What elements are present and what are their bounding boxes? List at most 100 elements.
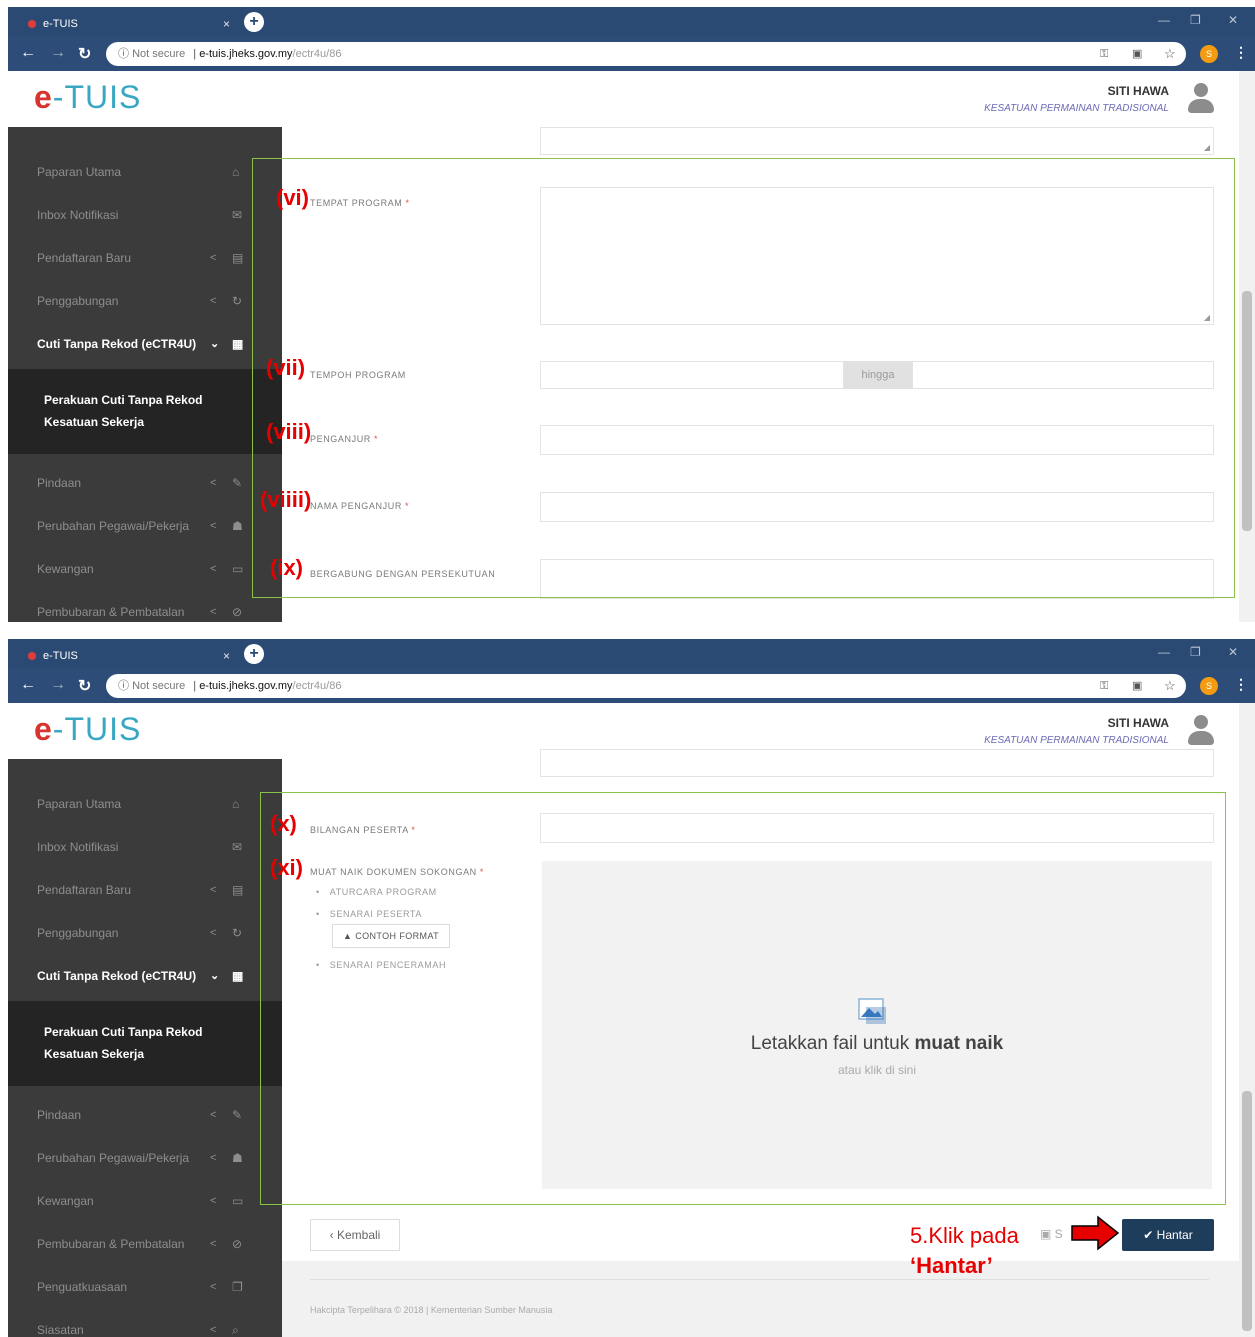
close-window-icon[interactable]: ✕ [1228,13,1238,27]
copy-icon: ❐ [232,1280,243,1294]
reload-icon[interactable]: ↻ [78,676,91,696]
cancel-icon: ⊘ [232,605,243,619]
sidebar-item-kewangan[interactable]: Kewangan < ▭ [8,548,282,591]
chevron-left-icon: < [210,1281,217,1293]
sidebar-item-perubahan[interactable]: Perubahan Pegawai/Pekerja < ☗ [8,1137,282,1180]
chevron-left-icon: < [210,520,217,532]
calendar-icon: ▦ [232,337,244,351]
scrollbar-thumb[interactable] [1242,1091,1252,1331]
reload-icon[interactable]: ↻ [78,44,91,64]
sidebar-item-pembubaran[interactable]: Pembubaran & Pembatalan < ⊘ [8,1223,282,1266]
sidebar-item-cuti-tanpa-rekod[interactable]: Cuti Tanpa Rekod (eCTR4U) ⌄ ▦ [8,323,282,366]
tab-close-icon[interactable]: × [223,11,230,37]
favicon-icon [28,20,36,29]
sidebar-item-paparan-utama[interactable]: Paparan Utama ⌂ [8,783,282,826]
url-field[interactable]: ⓘ Not secure | e-tuis.jheks.gov.my/ectr4u… [106,42,1186,66]
check-icon: ✔ [1143,1228,1157,1242]
previous-textarea[interactable]: ◢ [540,127,1214,155]
maximize-icon[interactable]: ❐ [1190,13,1201,27]
maximize-icon[interactable]: ❐ [1190,645,1201,659]
profile-avatar[interactable]: S [1200,677,1218,695]
key-icon[interactable]: ⚿ [1100,42,1108,66]
sidebar-subitem-perakuan[interactable]: Perakuan Cuti Tanpa Rekod Kesatuan Sekerj… [44,389,244,433]
user-avatar-icon[interactable] [1187,83,1215,115]
menu-dots-icon[interactable]: ⋮ [1234,676,1248,693]
translate-icon[interactable]: ▣ [1132,674,1142,698]
sidebar-item-penguatkuasaan[interactable]: Penguatkuasaan < ❐ [8,1266,282,1309]
sidebar-item-siasatan[interactable]: Siasatan < ⌕ [8,1309,282,1337]
star-icon[interactable]: ☆ [1164,674,1176,698]
scrollbar[interactable] [1239,71,1255,622]
sidebar-item-pendaftaran[interactable]: Pendaftaran Baru < ▤ [8,869,282,912]
sidebar-item-inbox[interactable]: Inbox Notifikasi ✉ [8,194,282,237]
minimize-icon[interactable]: — [1158,13,1170,27]
url-field[interactable]: ⓘ Not secure | e-tuis.jheks.gov.my/ectr4u… [106,674,1186,698]
sidebar-item-inbox[interactable]: Inbox Notifikasi ✉ [8,826,282,869]
sidebar-item-paparan-utama[interactable]: Paparan Utama ⌂ [8,151,282,194]
sidebar-item-pendaftaran[interactable]: Pendaftaran Baru < ▤ [8,237,282,280]
red-arrow-icon [1071,1215,1120,1251]
star-icon[interactable]: ☆ [1164,42,1176,66]
profile-avatar[interactable]: S [1200,45,1218,63]
calendar-icon: ▦ [232,969,244,983]
menu-dots-icon[interactable]: ⋮ [1234,44,1248,61]
translate-icon[interactable]: ▣ [1132,42,1142,66]
page-footer: Hakcipta Terpelihara © 2018 | Kementeria… [282,1261,1239,1337]
browser-tab[interactable]: e-TUIS × [20,643,236,669]
chevron-down-icon: ⌄ [210,970,220,982]
sidebar-submenu: Perakuan Cuti Tanpa Rekod Kesatuan Sekerj… [8,1001,282,1086]
chevron-left-icon: < [210,1152,217,1164]
url-path: /ectr4u/86 [292,48,342,60]
save-button[interactable]: ▣ S [1040,1227,1063,1241]
url-path: /ectr4u/86 [292,680,342,692]
back-arrow-icon[interactable]: ← [20,676,36,694]
forward-arrow-icon[interactable]: → [50,676,66,694]
sidebar-item-cuti-tanpa-rekod[interactable]: Cuti Tanpa Rekod (eCTR4U) ⌄ ▦ [8,955,282,998]
sidebar-subitem-perakuan[interactable]: Perakuan Cuti Tanpa Rekod Kesatuan Sekerj… [44,1021,244,1065]
refresh-icon: ↻ [232,294,243,308]
chevron-left-icon: < [210,606,217,618]
previous-input[interactable] [540,749,1214,777]
sidebar-item-pindaan[interactable]: Pindaan < ✎ [8,462,282,505]
chevron-left-icon: < [210,1324,217,1336]
kembali-button[interactable]: ‹ Kembali [310,1219,400,1251]
user-avatar-icon[interactable] [1187,715,1215,747]
app-header: e-TUIS SITI HAWA KESATUAN PERMAINAN TRAD… [8,71,1255,127]
tab-close-icon[interactable]: × [223,643,230,669]
screenshot-top: e-TUIS × + — ❐ ✕ ← → ↻ ⓘ Not secure | e-t… [8,7,1255,622]
users-icon: ☗ [232,1151,243,1165]
chevron-left-icon: < [210,884,217,896]
key-icon[interactable]: ⚿ [1100,674,1108,698]
new-tab-button[interactable]: + [244,644,264,664]
scrollbar[interactable] [1239,703,1255,1337]
close-window-icon[interactable]: ✕ [1228,645,1238,659]
annotation-line-1: 5.Klik pada [910,1223,1019,1248]
footer-divider [310,1279,1209,1280]
resize-handle-icon[interactable]: ◢ [1204,143,1210,152]
users-icon: ☗ [232,519,243,533]
money-icon: ▭ [232,1194,244,1208]
info-icon: ⓘ [118,48,133,60]
refresh-icon: ↻ [232,926,243,940]
url-host: e-tuis.jheks.gov.my [199,680,293,692]
sidebar-item-kewangan[interactable]: Kewangan < ▭ [8,1180,282,1223]
sidebar-item-pembubaran[interactable]: Pembubaran & Pembatalan < ⊘ [8,591,282,622]
forward-arrow-icon[interactable]: → [50,44,66,62]
sidebar-item-pindaan[interactable]: Pindaan < ✎ [8,1094,282,1137]
back-arrow-icon[interactable]: ← [20,44,36,62]
sidebar-item-perubahan[interactable]: Perubahan Pegawai/Pekerja < ☗ [8,505,282,548]
etuis-logo: e-TUIS [34,711,142,747]
chevron-left-icon: < [210,477,217,489]
sidebar-item-penggabungan[interactable]: Penggabungan < ↻ [8,280,282,323]
browser-tab[interactable]: e-TUIS × [20,11,236,37]
minimize-icon[interactable]: — [1158,645,1170,659]
sidebar-submenu: Perakuan Cuti Tanpa Rekod Kesatuan Sekerj… [8,369,282,454]
scrollbar-thumb[interactable] [1242,291,1252,531]
security-label: Not secure [132,680,186,692]
cancel-icon: ⊘ [232,1237,243,1251]
new-tab-button[interactable]: + [244,12,264,32]
sidebar-item-penggabungan[interactable]: Penggabungan < ↻ [8,912,282,955]
money-icon: ▭ [232,562,244,576]
hantar-button[interactable]: ✔ Hantar [1122,1219,1214,1251]
user-name: SITI HAWA [1107,84,1169,98]
